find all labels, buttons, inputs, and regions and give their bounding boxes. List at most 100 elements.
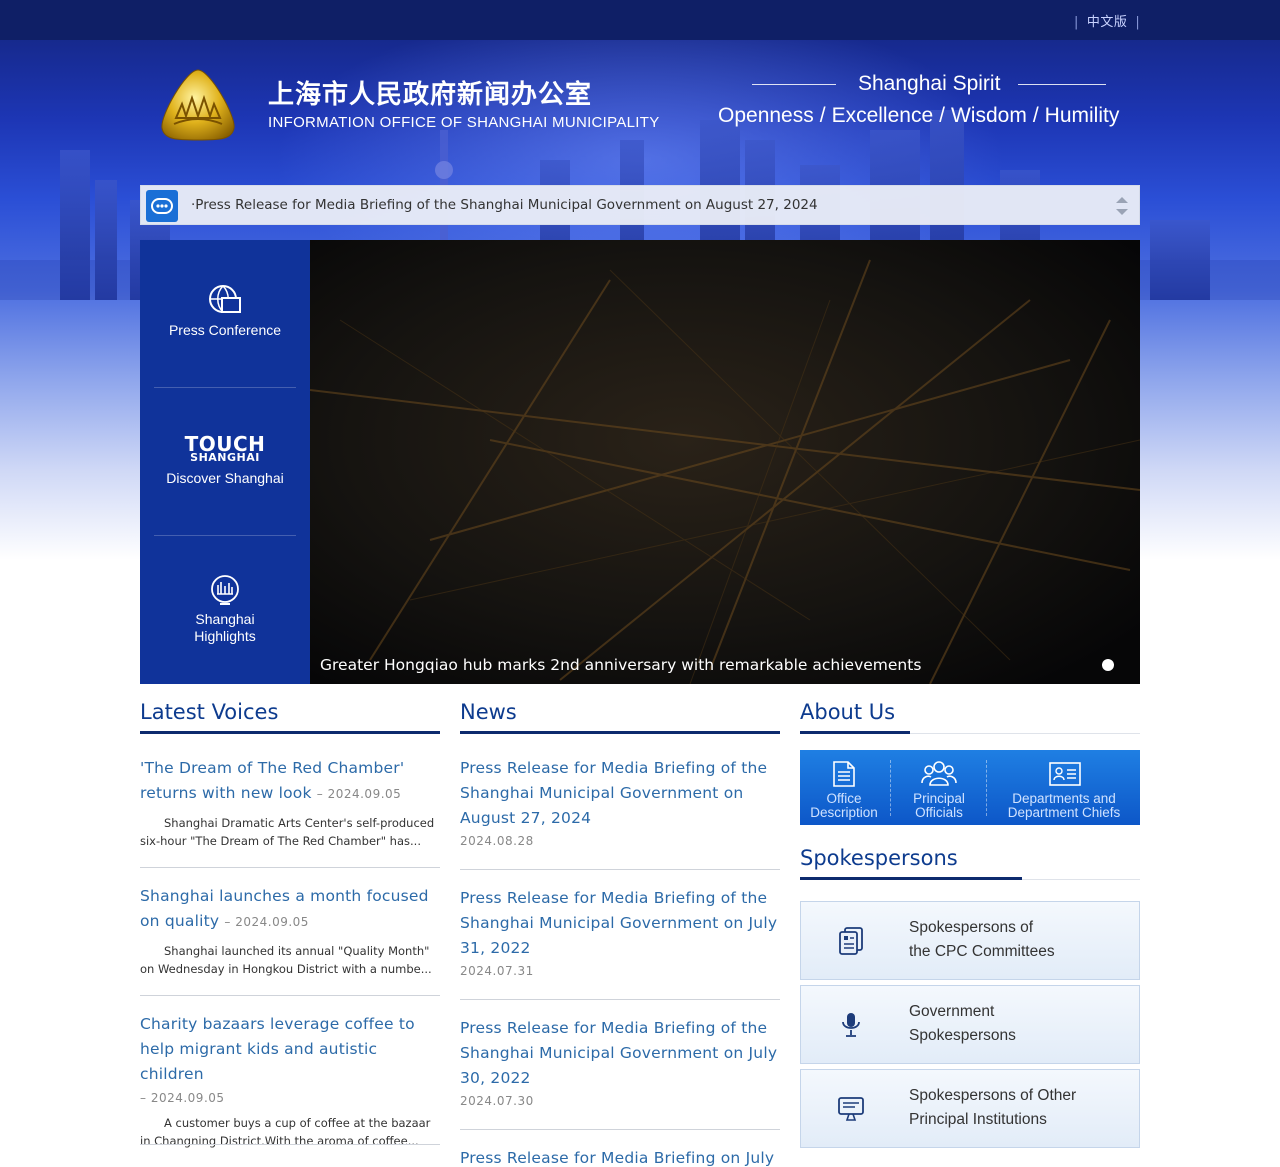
monitor-icon (838, 1097, 864, 1121)
news-item[interactable]: Press Release for Media Briefing of the … (460, 1016, 780, 1108)
spokesperson-card-label: Spokespersons of Other (909, 1087, 1077, 1104)
press-conference-icon (209, 285, 241, 313)
microphone-icon (842, 1013, 860, 1037)
spokesperson-card-label: Spokespersons (909, 1027, 1016, 1044)
voice-title[interactable]: on quality (140, 912, 219, 930)
latest-voices-heading: Latest Voices (140, 700, 279, 724)
news-ticker: ·Press Release for Media Briefing of the… (140, 185, 1140, 225)
news-title[interactable]: 31, 2022 (460, 936, 780, 961)
news-date: 2024.07.31 (460, 964, 534, 978)
about-cell-label: Departments and (1012, 791, 1116, 806)
spirit-word: Humility (1044, 104, 1120, 127)
voice-date: – 2024.09.05 (224, 915, 309, 929)
spirit-separator: / (939, 104, 945, 127)
chat-bubble-icon (146, 190, 178, 222)
item-divider (460, 869, 780, 870)
news-title[interactable]: Press Release for Media Briefing of the (460, 886, 780, 911)
voice-title[interactable]: 'The Dream of The Red Chamber' (140, 756, 440, 781)
voice-title[interactable]: returns with new look (140, 784, 312, 802)
document-icon (833, 761, 855, 787)
heading-underline (460, 731, 780, 734)
news-title[interactable]: Press Release for Media Briefing of the (460, 1016, 780, 1041)
voice-description: on Wednesday in Hongkou District with a … (140, 962, 432, 976)
office-description-link[interactable]: Office Description (800, 750, 888, 825)
about-us-heading: About Us (800, 700, 896, 724)
news-title[interactable]: 30, 2022 (460, 1066, 780, 1091)
news-title[interactable]: Press Release for Media Briefing of the (460, 756, 780, 781)
spirit-word: Wisdom (950, 104, 1027, 127)
office-title-chinese: 上海市人民政府新闻办公室 (268, 80, 593, 110)
people-group-icon (921, 761, 957, 786)
spirit-word: Openness (718, 104, 814, 127)
slide-indicator-dot[interactable] (1102, 659, 1114, 671)
id-card-icon (1049, 762, 1081, 786)
voice-item[interactable]: Shanghai launches a month focused on qua… (140, 884, 440, 978)
news-title[interactable]: Shanghai Municipal Government on (460, 781, 780, 806)
principal-officials-link[interactable]: Principal Officials (892, 750, 986, 825)
spokesperson-card-label: the CPC Committees (909, 943, 1055, 960)
spokesperson-card-label: Spokespersons of (909, 919, 1034, 936)
chinese-version-link[interactable]: 中文版 (1087, 15, 1128, 30)
news-title[interactable]: Press Release for Media Briefing on July (460, 1146, 780, 1167)
news-title[interactable]: August 27, 2024 (460, 806, 780, 831)
shanghai-emblem-logo[interactable] (158, 68, 238, 142)
side-item-press-conference[interactable]: Press Conference (140, 240, 310, 388)
spirit-separator: / (1032, 104, 1039, 127)
spirit-divider-right (1018, 84, 1106, 85)
news-item[interactable]: Press Release for Media Briefing on July (460, 1146, 780, 1167)
departments-link[interactable]: Departments and Department Chiefs (988, 750, 1140, 825)
voice-description: in Changning District.With the aroma of … (140, 1134, 419, 1148)
spokesperson-card-label: Government (909, 1003, 995, 1020)
spokesperson-card-label: Principal Institutions (909, 1111, 1047, 1128)
slide-caption[interactable]: Greater Hongqiao hub marks 2nd anniversa… (320, 656, 921, 674)
spirit-divider-left (752, 84, 836, 85)
side-item-label: Press Conference (168, 322, 282, 338)
voice-date: – 2024.09.05 (140, 1091, 225, 1105)
voice-item[interactable]: Charity bazaars leverage coffee to help … (140, 1012, 440, 1150)
about-cell-label: Principal (913, 791, 965, 806)
heading-underline (800, 731, 910, 734)
item-divider (460, 999, 780, 1000)
touch-shanghai-logo-sub: SHANGHAI (190, 451, 260, 464)
other-institutions-spokespersons-card[interactable]: Spokespersons of Other Principal Institu… (800, 1069, 1140, 1148)
news-heading: News (460, 700, 517, 724)
about-cell-label: Officials (915, 805, 963, 820)
item-divider (140, 867, 440, 868)
voice-description: Shanghai launched its annual "Quality Mo… (164, 944, 430, 958)
news-title[interactable]: Shanghai Municipal Government on July (460, 1041, 780, 1066)
item-divider (140, 995, 440, 996)
language-switch: | 中文版 | (1074, 15, 1141, 30)
item-divider (460, 1129, 780, 1130)
voice-item[interactable]: 'The Dream of The Red Chamber' returns w… (140, 756, 440, 850)
about-cell-label: Description (810, 805, 878, 820)
voice-title[interactable]: Charity bazaars leverage coffee to (140, 1012, 440, 1037)
item-divider (140, 1144, 440, 1145)
about-cell-label: Department Chiefs (1007, 805, 1121, 820)
side-item-label: Highlights (194, 628, 256, 644)
office-title-english: INFORMATION OFFICE OF SHANGHAI MUNICIPAL… (268, 114, 660, 131)
document-icon (839, 927, 863, 955)
news-date: 2024.08.28 (460, 834, 534, 848)
news-item[interactable]: Press Release for Media Briefing of the … (460, 756, 780, 848)
voice-title[interactable]: help migrant kids and autistic children (140, 1037, 440, 1087)
side-item-label: Shanghai (195, 611, 255, 627)
about-separator (890, 760, 891, 816)
spirit-title: Shanghai Spirit (858, 72, 1001, 95)
news-item[interactable]: Press Release for Media Briefing of the … (460, 886, 780, 978)
spokespersons-cpc-card[interactable]: Spokespersons of the CPC Committees (800, 901, 1140, 980)
voice-description: Shanghai Dramatic Arts Center's self-pro… (164, 816, 435, 830)
voice-title[interactable]: Shanghai launches a month focused (140, 884, 440, 909)
side-navigation: Press Conference TOUCH SHANGHAI Discover… (140, 240, 310, 684)
featured-slide[interactable]: Greater Hongqiao hub marks 2nd anniversa… (310, 240, 1140, 684)
ticker-scroll-arrows-icon[interactable] (1115, 194, 1129, 218)
government-spokespersons-card[interactable]: Government Spokespersons (800, 985, 1140, 1064)
news-date: 2024.07.30 (460, 1094, 534, 1108)
side-item-shanghai-highlights[interactable]: Shanghai Highlights (140, 536, 310, 684)
news-title[interactable]: Shanghai Municipal Government on July (460, 911, 780, 936)
ticker-headline-link[interactable]: ·Press Release for Media Briefing of the… (191, 197, 818, 213)
voice-date: – 2024.09.05 (316, 787, 402, 801)
spokespersons-heading: Spokespersons (800, 846, 958, 870)
voice-description: six-hour "The Dream of The Red Chamber" … (140, 834, 421, 848)
side-item-discover-shanghai[interactable]: TOUCH SHANGHAI Discover Shanghai (140, 388, 310, 536)
heading-underline (800, 877, 1022, 880)
